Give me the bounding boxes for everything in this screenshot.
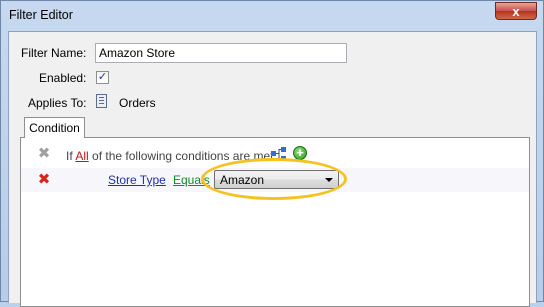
condition-value-dropdown[interactable]: Amazon <box>214 170 339 189</box>
title-bar[interactable]: Filter Editor x <box>1 1 543 31</box>
tab-condition[interactable]: Condition <box>24 117 85 138</box>
enabled-label: Enabled: <box>39 71 87 85</box>
window-title: Filter Editor <box>9 8 73 22</box>
applies-to-label: Applies To: <box>28 96 87 110</box>
add-condition-icon[interactable]: + <box>293 146 307 160</box>
filter-editor-window: Filter Editor x Filter Name: Enabled: ✓ … <box>0 0 544 307</box>
condition-group-text: If All of the following conditions are m… <box>66 149 273 163</box>
condition-field-link[interactable]: Store Type <box>108 173 166 187</box>
remove-icon[interactable]: ✖ <box>37 172 51 187</box>
orders-icon <box>96 94 107 108</box>
condition-group-header: ✖ If All of the following conditions are… <box>21 143 529 165</box>
enabled-checkbox[interactable]: ✓ <box>96 71 109 84</box>
if-text: If <box>66 149 73 163</box>
condition-panel: ✖ If All of the following conditions are… <box>20 137 530 307</box>
condition-row: ✖ Store Type Equals Amazon <box>21 168 529 192</box>
dropdown-selected-value: Amazon <box>220 173 265 187</box>
filter-name-label: Filter Name: <box>21 46 87 60</box>
dialog-body: Filter Name: Enabled: ✓ Applies To: Orde… <box>8 31 537 307</box>
applies-to-value: Orders <box>119 96 156 110</box>
condition-operator-link[interactable]: Equals <box>173 173 210 187</box>
checkmark-icon: ✓ <box>97 71 108 83</box>
remove-icon-disabled: ✖ <box>37 145 51 162</box>
close-button[interactable]: x <box>495 2 537 20</box>
quantifier-link[interactable]: All <box>75 149 88 163</box>
conditions-met-text: of the following conditions are met <box>92 149 274 163</box>
condition-group-icon[interactable] <box>271 147 287 161</box>
chevron-down-icon <box>325 178 333 182</box>
filter-name-input[interactable] <box>95 43 347 63</box>
